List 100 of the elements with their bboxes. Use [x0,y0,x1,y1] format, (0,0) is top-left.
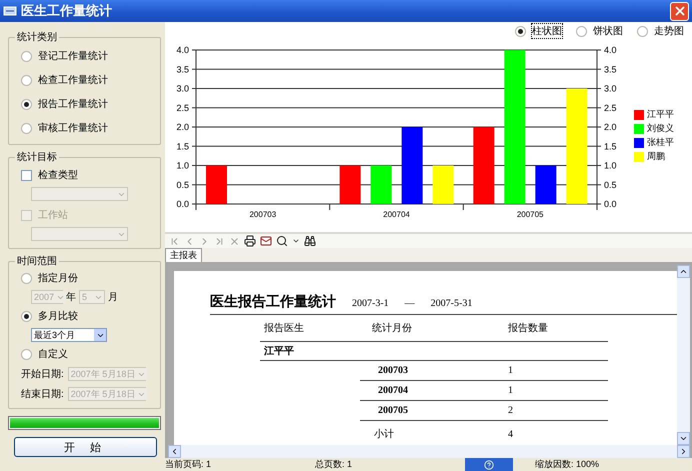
radio-label: 登记工作量统计 [38,50,108,63]
legend-label: 江平平 [647,108,674,121]
dropdown[interactable] [31,227,128,241]
dropdown[interactable]: 5 [79,290,105,304]
radio-label: 指定月份 [38,272,78,285]
radio-button[interactable] [21,272,32,284]
table-cell-text: 1 [508,365,514,376]
column-header: 报告数量 [508,322,549,335]
date-dash: — [404,298,415,309]
axis-label: 3.5 [176,64,189,74]
dropdown[interactable]: 2007年 5月18日 [68,367,146,381]
radio-label: 检查工作量统计 [38,74,108,87]
axis-label: 4.0 [176,45,189,55]
status-text: 当前页码: 1 [165,458,212,471]
help-icon[interactable] [484,460,494,470]
axis-label: 3.0 [176,84,189,94]
group-title: 时间范围 [16,254,58,268]
radio-label: 审核工作量统计 [38,122,108,135]
table-cell-text: 2 [508,405,514,416]
axis-label: 3.0 [604,84,617,94]
axis-label: 1.0 [176,160,189,170]
checkbox-label: 检查类型 [38,168,78,182]
table-cell-text: 4 [508,428,514,440]
dropdown[interactable] [31,187,128,201]
group-title: 统计类别 [16,30,58,44]
date-from: 2007-3-1 [352,298,389,309]
table-cell-text: 江平平 [263,345,295,358]
axis-label: 0.0 [604,199,617,209]
legend-swatch [634,152,644,162]
radio-button[interactable] [515,26,526,36]
table-cell-text: 200703 [377,365,409,376]
status-text: 缩放因数: 100% [535,458,600,471]
category-label: 200705 [516,210,544,219]
bar [340,166,361,204]
axis-label: 1.5 [604,141,617,152]
radio-button[interactable] [21,348,32,360]
table-cell-text: 小计 [373,428,395,441]
dropdown[interactable]: 最近3个月 [31,328,107,342]
radio-label: 走势图 [654,24,684,38]
month-label: 月 [108,291,118,304]
table-cell-text: 200705 [377,405,409,416]
table-cell-text: 1 [508,385,514,396]
radio-button[interactable] [21,310,32,322]
axis-label: 3.5 [604,64,617,74]
category-label: 200703 [249,210,276,219]
axis-label: 1.0 [604,160,617,170]
axis-label: 0.5 [604,180,617,190]
horizontal-scrollbar[interactable] [168,445,690,458]
first-page-icon[interactable] [169,236,180,246]
radio-button[interactable] [21,98,32,110]
window-title: 医生工作量统计 [21,2,113,20]
radio-label: 多月比较 [38,310,78,323]
dropdown[interactable]: 2007年 5月18日 [68,387,146,401]
help-button[interactable] [465,458,513,471]
radio-button[interactable] [21,50,32,62]
dropdown[interactable]: 2007 [31,290,63,304]
caret-icon[interactable] [292,237,300,245]
axis-label: 1.5 [176,141,189,152]
stop-icon[interactable] [229,236,240,246]
checkbox-label: 工作站 [38,208,68,222]
start-button[interactable]: 开 始 [14,437,157,457]
radio-button[interactable] [637,26,648,36]
table-cell-text: 200704 [377,385,409,396]
legend-label: 周鹏 [647,150,665,163]
axis-label: 2.5 [176,102,189,113]
axis-label: 0.5 [176,180,189,190]
radio-button[interactable] [21,74,32,86]
last-page-icon[interactable] [214,236,225,246]
radio-button[interactable] [576,26,587,36]
legend-label: 张桂平 [647,136,674,149]
checkbox[interactable] [21,170,32,180]
bar [432,166,454,204]
radio-label: 自定义 [38,348,68,361]
zoom-icon[interactable] [276,235,288,247]
legend-swatch [634,124,644,134]
radio-button[interactable] [21,122,32,134]
envelope-icon[interactable] [260,235,272,247]
vertical-scrollbar[interactable] [677,265,690,445]
bar [206,166,227,204]
radio-label: 柱状图 [532,24,562,38]
field-label: 结束日期: [21,388,64,401]
report-title: 医生报告工作量统计 [210,293,336,311]
column-header: 报告医生 [263,322,305,335]
bar [535,166,556,204]
print-icon[interactable] [244,235,256,247]
binoculars-icon[interactable] [304,235,316,247]
legend-swatch [634,110,644,120]
bar [370,166,392,204]
axis-label: 4.0 [604,45,617,55]
axis-label: 0.0 [176,199,189,209]
category-label: 200704 [383,210,410,219]
report-tab[interactable]: 主报表 [165,248,202,262]
status-text: 总页数: 1 [315,458,354,471]
field-label: 开始日期: [21,368,64,381]
app-icon [3,5,17,17]
legend-swatch [634,138,644,148]
axis-label: 2.0 [604,122,617,132]
year-label: 年 [66,291,76,304]
group-title: 统计目标 [16,150,58,164]
column-header: 统计月份 [372,322,413,335]
